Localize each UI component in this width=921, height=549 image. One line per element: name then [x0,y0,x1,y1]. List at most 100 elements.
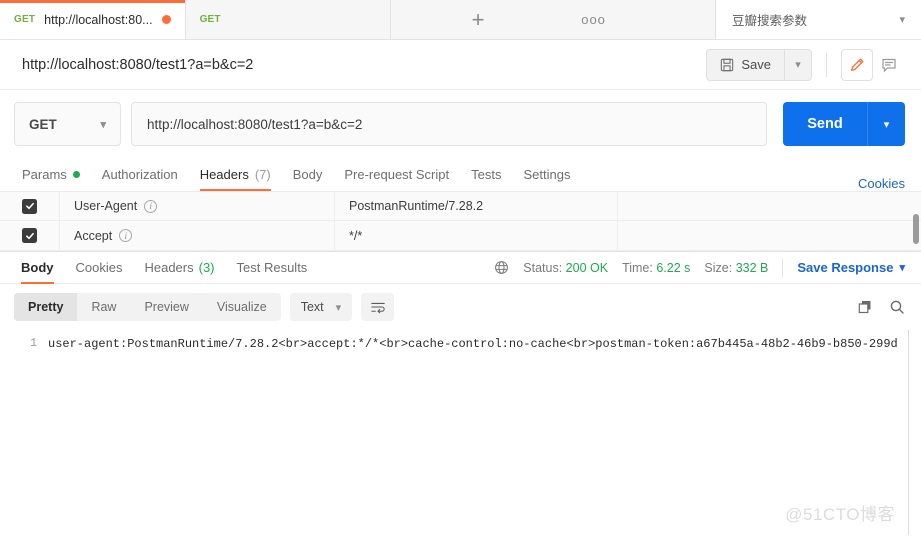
divider [782,258,784,277]
request-actions: Save ▾ [706,48,905,81]
header-enabled-checkbox[interactable] [0,192,60,220]
tab-pre-request-script[interactable]: Pre-request Script [333,158,460,191]
header-key-cell[interactable]: Accept i [60,221,335,250]
time-value: 6.22 s [656,260,691,275]
http-method-select[interactable]: GET ▾ [14,102,121,146]
comment-icon [881,57,897,73]
send-button-label: Send [807,116,843,132]
response-view-segmented-control: Pretty Raw Preview Visualize [14,293,281,321]
save-options-button[interactable]: ▾ [784,48,812,81]
tab-headers-count: (7) [254,167,271,182]
floppy-disk-icon [720,58,734,72]
wrap-lines-button[interactable] [361,293,395,321]
save-button-label: Save [741,57,771,72]
url-input[interactable]: http://localhost:8080/test1?a=b&c=2 [131,102,767,146]
tab-settings[interactable]: Settings [512,158,581,191]
search-icon[interactable] [889,299,905,315]
response-section-tabs: Body Cookies Headers (3) Test Results St… [0,252,921,284]
edit-request-button[interactable] [841,48,873,81]
tab-authorization-label: Authorization [101,167,178,182]
environment-selector[interactable]: 豆瓣搜索参数 ▾ [715,0,921,39]
page-title: http://localhost:8080/test1?a=b&c=2 [22,56,254,73]
view-raw-button[interactable]: Raw [77,293,130,321]
comment-button[interactable] [873,49,905,81]
tab-overflow-button[interactable]: ooo [566,0,622,39]
time-label: Time: [622,260,653,275]
line-number: 1 [30,337,37,350]
plus-icon: + [471,6,485,32]
divider [826,52,827,77]
request-tab-2[interactable]: GET [185,0,391,39]
tab-headers[interactable]: Headers (7) [189,158,282,191]
chevron-down-icon: ▾ [795,59,801,71]
send-group: Send ▾ [783,102,905,146]
save-button[interactable]: Save [706,48,784,81]
response-tab-headers[interactable]: Headers (3) [133,252,225,284]
cookies-link[interactable]: Cookies [858,176,905,191]
http-method-value: GET [29,116,57,132]
view-preview-label: Preview [144,300,189,314]
response-tab-headers-label: Headers [144,260,194,275]
response-type-select[interactable]: Text ▾ [289,293,353,321]
request-tab-2-method: GET [199,14,221,25]
response-tab-test-results[interactable]: Test Results [226,252,319,284]
globe-icon [494,260,509,275]
unsaved-indicator-icon [161,15,171,24]
tab-authorization[interactable]: Authorization [91,158,189,191]
copy-icon[interactable] [857,299,873,315]
response-tab-cookies[interactable]: Cookies [65,252,134,284]
headers-table-scrollbar[interactable] [913,214,919,244]
status-badge: Status: 200 OK [523,261,608,275]
header-description-cell[interactable] [618,221,921,250]
size-label: Size: [704,260,733,275]
view-visualize-button[interactable]: Visualize [203,293,281,321]
url-row: GET ▾ http://localhost:8080/test1?a=b&c=… [0,90,921,158]
new-tab-button[interactable]: + [390,0,566,39]
headers-table: User-Agent i PostmanRuntime/7.28.2 Accep… [0,192,921,252]
params-present-icon [72,171,80,178]
header-value-cell[interactable]: PostmanRuntime/7.28.2 [335,192,618,220]
response-tab-body[interactable]: Body [10,252,65,284]
ellipsis-icon: ooo [581,12,606,27]
response-body-viewer[interactable]: 1 user-agent:PostmanRuntime/7.28.2<br>ac… [0,330,921,535]
response-format-bar: Pretty Raw Preview Visualize Text ▾ [0,284,921,330]
chevron-down-icon: ▾ [335,301,342,314]
table-row[interactable]: Accept i */* [0,221,921,251]
chevron-down-icon: ▾ [100,118,106,131]
tab-tests[interactable]: Tests [460,158,512,191]
response-tab-list: Body Cookies Headers (3) Test Results [10,252,318,284]
view-pretty-label: Pretty [28,300,64,314]
status-label: Status: [523,260,563,275]
request-section-tabs: Params Authorization Headers (7) Body Pr… [0,158,921,192]
header-description-cell[interactable] [618,192,921,220]
checkbox-checked-icon [22,228,37,243]
header-key-text: User-Agent [74,199,138,213]
tab-settings-label: Settings [523,167,571,182]
info-icon[interactable]: i [119,229,133,242]
table-row[interactable]: User-Agent i PostmanRuntime/7.28.2 [0,192,921,221]
view-preview-button[interactable]: Preview [130,293,202,321]
code-line-1: 1 user-agent:PostmanRuntime/7.28.2<br>ac… [0,330,921,353]
send-options-button[interactable]: ▾ [867,102,905,146]
header-value-text: PostmanRuntime/7.28.2 [349,199,484,213]
header-value-cell[interactable]: */* [335,221,618,250]
header-enabled-checkbox[interactable] [0,221,60,250]
size-badge: Size: 332 B [704,261,768,275]
response-meta: Status: 200 OK Time: 6.22 s Size: 332 B … [494,258,905,277]
view-visualize-label: Visualize [216,300,267,314]
response-type-value: Text [300,300,324,314]
tab-params-label: Params [22,167,67,182]
view-pretty-button[interactable]: Pretty [14,293,78,321]
request-tab-1[interactable]: GET http://localhost:80... [0,0,186,39]
save-response-button[interactable]: Save Response ▾ [797,260,905,275]
watermark: @51CTO博客 [785,505,895,524]
chevron-down-icon: ▾ [899,14,905,26]
request-tab-1-title: http://localhost:80... [44,12,153,27]
tab-body[interactable]: Body [282,158,334,191]
header-key-cell[interactable]: User-Agent i [60,192,335,220]
info-icon[interactable]: i [144,199,158,213]
send-button[interactable]: Send [783,102,867,146]
tab-body-label: Body [292,167,323,182]
response-tab-cookies-label: Cookies [75,260,123,275]
tab-params[interactable]: Params [16,158,91,191]
